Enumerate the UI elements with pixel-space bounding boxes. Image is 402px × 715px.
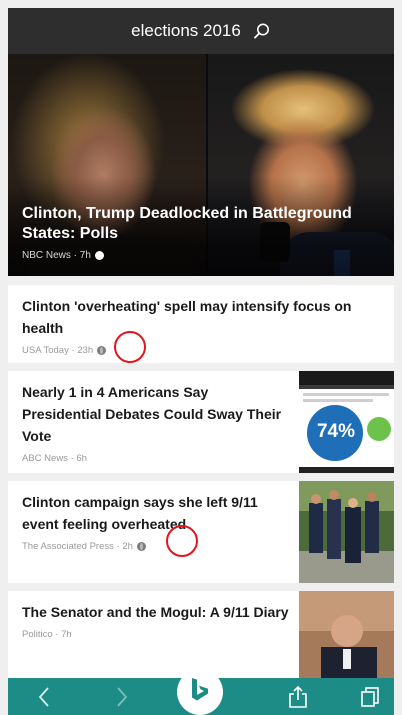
tabs-icon[interactable]: [352, 678, 388, 715]
bing-icon: [189, 676, 211, 709]
hero-title[interactable]: Clinton, Trump Deadlocked in Battlegroun…: [22, 204, 382, 244]
article-card[interactable]: Clinton campaign says she left 9/11 even…: [8, 481, 394, 583]
article-card[interactable]: Nearly 1 in 4 Americans Say Presidential…: [8, 371, 394, 473]
article-source: ABC News · 6h: [22, 452, 87, 464]
globe-icon: [136, 541, 146, 551]
article-title[interactable]: Clinton campaign says she left 9/11 even…: [22, 491, 292, 535]
article-source: USA Today · 23h: [22, 344, 94, 356]
hero-story[interactable]: Clinton, Trump Deadlocked in Battlegroun…: [8, 54, 394, 276]
chevron-right-icon[interactable]: [104, 678, 140, 715]
article-meta: USA Today · 23h: [22, 343, 382, 357]
chevron-left-icon[interactable]: [26, 678, 62, 715]
hero-source: NBC News · 7h: [22, 250, 91, 261]
article-meta: Politico · 7h: [22, 627, 292, 641]
article-thumbnail[interactable]: [299, 481, 394, 583]
article-meta: The Associated Press · 2h: [22, 539, 292, 553]
article-thumbnail[interactable]: 74%: [299, 371, 394, 473]
search-icon[interactable]: [253, 22, 271, 40]
article-source: The Associated Press · 2h: [22, 540, 133, 552]
article-title[interactable]: The Senator and the Mogul: A 9/11 Diary: [22, 601, 292, 623]
article-card[interactable]: The Senator and the Mogul: A 9/11 Diary …: [8, 591, 394, 678]
article-source: Politico · 7h: [22, 628, 72, 640]
globe-icon: [94, 251, 104, 260]
highlight-circle: [166, 525, 198, 557]
article-thumbnail[interactable]: [299, 591, 394, 678]
search-query[interactable]: elections 2016: [131, 21, 241, 41]
article-title[interactable]: Clinton 'overheating' spell may intensif…: [22, 295, 382, 339]
share-icon[interactable]: [280, 678, 316, 715]
article-text: Clinton 'overheating' spell may intensif…: [22, 295, 382, 357]
article-meta: ABC News · 6h: [22, 451, 282, 465]
article-card[interactable]: Clinton 'overheating' spell may intensif…: [8, 285, 394, 363]
page: elections 2016 Clinton, Trump Deadlocked…: [0, 0, 402, 715]
article-text: Nearly 1 in 4 Americans Say Presidential…: [22, 381, 282, 465]
globe-icon: [97, 345, 107, 355]
thumbnail-stat: 74%: [316, 421, 356, 442]
bing-home-button[interactable]: [177, 669, 223, 715]
article-title[interactable]: Nearly 1 in 4 Americans Say Presidential…: [22, 381, 282, 447]
hero-meta: NBC News · 7h: [22, 250, 104, 261]
highlight-circle: [114, 331, 146, 363]
article-text: The Senator and the Mogul: A 9/11 Diary …: [22, 601, 292, 641]
article-text: Clinton campaign says she left 9/11 even…: [22, 491, 292, 553]
search-bar[interactable]: elections 2016: [8, 8, 394, 54]
